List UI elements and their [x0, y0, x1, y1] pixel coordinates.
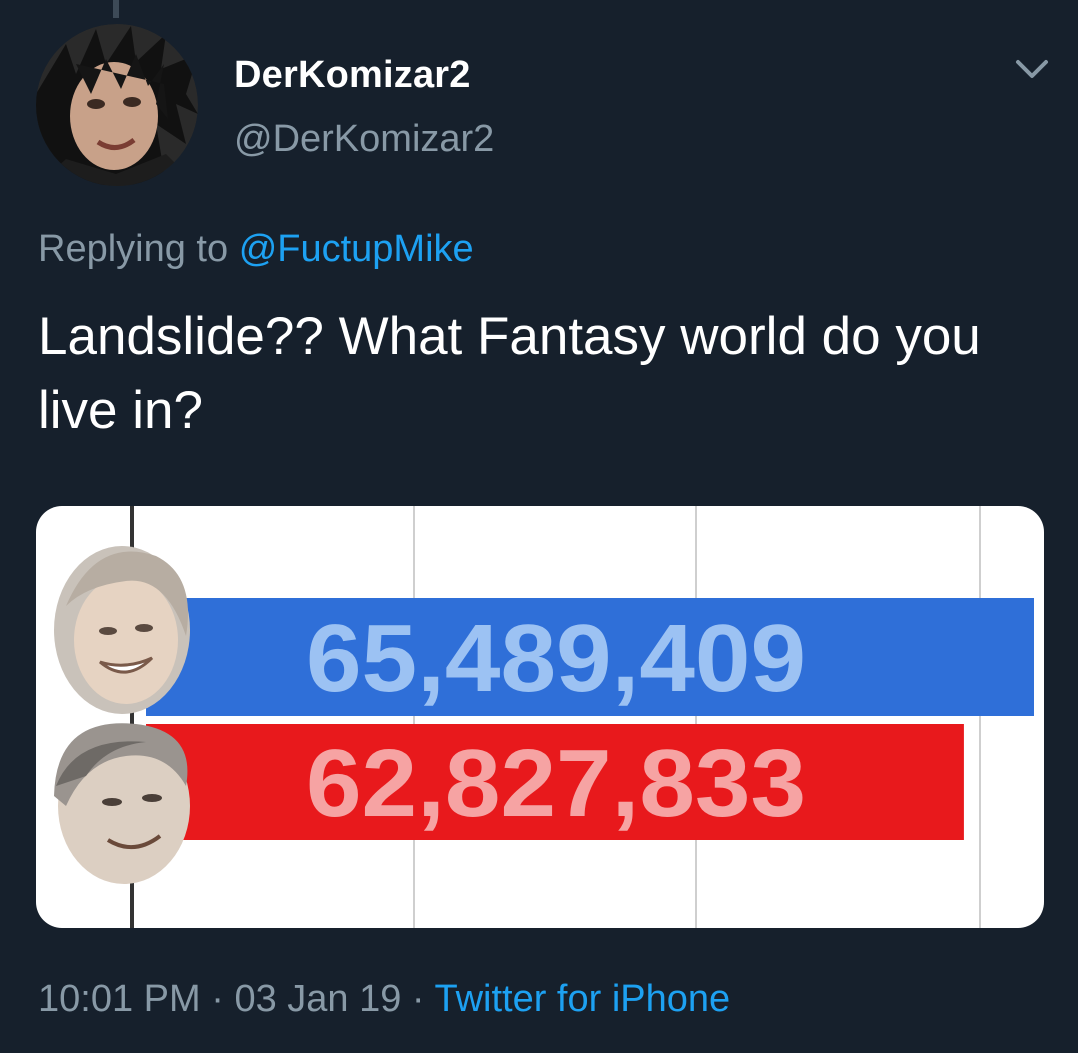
trump-face-image: [54, 723, 190, 884]
tweet-time[interactable]: 10:01 PM: [38, 978, 201, 1020]
bar-value-label-clinton: 65,489,409: [306, 605, 806, 712]
replying-to-mention[interactable]: @FuctupMike: [239, 228, 474, 270]
tweet-meta: 10:01 PM · 03 Jan 19 · Twitter for iPhon…: [38, 978, 730, 1021]
tweet-media-image[interactable]: 65,489,409 62,827,833: [36, 506, 1044, 928]
author-handle[interactable]: @DerKomizar2: [234, 118, 494, 161]
clinton-face-image: [54, 546, 190, 714]
avatar[interactable]: [36, 24, 198, 186]
tweet-date[interactable]: 03 Jan 19: [234, 978, 401, 1020]
replying-to-line: Replying to @FuctupMike: [38, 228, 474, 271]
meta-separator: ·: [411, 978, 425, 1020]
bar-value-label-trump: 62,827,833: [306, 730, 806, 837]
tweet-text: Landslide?? What Fantasy world do you li…: [38, 307, 981, 440]
meta-separator: ·: [211, 978, 224, 1020]
chevron-down-icon[interactable]: [1010, 50, 1054, 86]
tweet-detail-view: DerKomizar2 @DerKomizar2 Replying to @Fu…: [0, 0, 1078, 1053]
author-display-name[interactable]: DerKomizar2: [234, 54, 471, 97]
tweet-source-link[interactable]: Twitter for iPhone: [434, 978, 730, 1020]
thread-connector-line: [113, 0, 119, 18]
replying-to-label: Replying to: [38, 228, 229, 270]
vote-bar-chart: 65,489,409 62,827,833: [54, 506, 1034, 928]
